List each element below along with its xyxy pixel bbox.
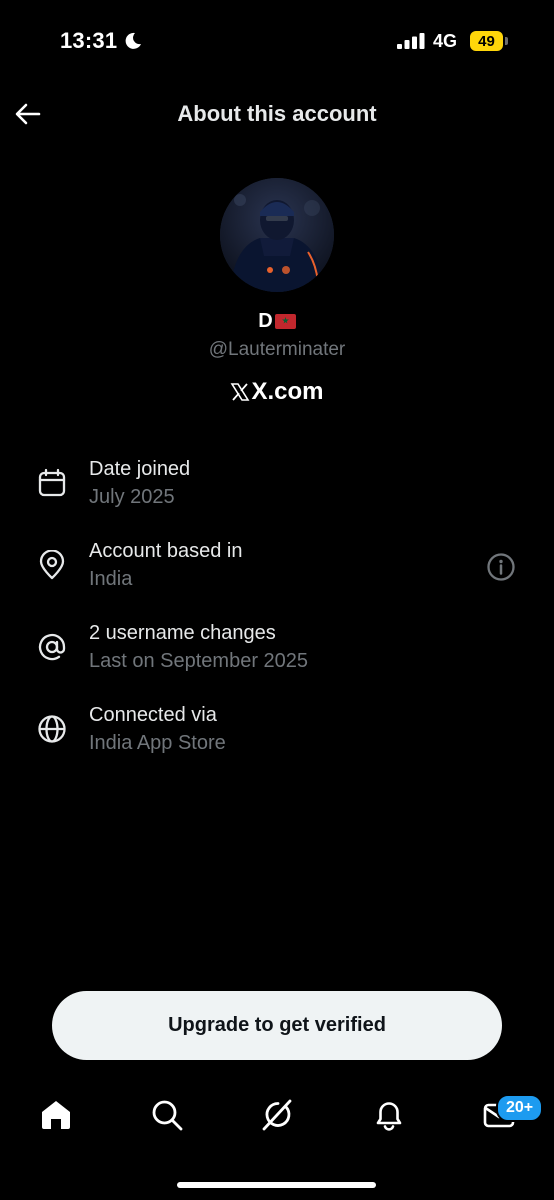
info-icon[interactable] xyxy=(486,552,516,582)
mail-badge: 20+ xyxy=(496,1094,544,1122)
at-sign-icon xyxy=(38,633,66,661)
domain-text: X.com xyxy=(251,378,324,405)
page-title: About this account xyxy=(177,101,377,126)
name-row: D xyxy=(0,310,554,333)
info-title: Connected via xyxy=(89,704,217,726)
morocco-flag-icon xyxy=(274,314,296,329)
upgrade-button[interactable]: Upgrade to get verified xyxy=(52,991,502,1060)
info-title: Date joined xyxy=(89,458,191,480)
battery-level: 49 xyxy=(478,32,495,50)
info-row-username-changes: 2 username changes Last on September 202… xyxy=(0,622,554,686)
info-row-connected-via: Connected via India App Store xyxy=(0,704,554,768)
status-time: 13:31 xyxy=(60,28,118,53)
globe-icon xyxy=(38,715,66,743)
info-row-date-joined: Date joined July 2025 xyxy=(0,458,554,522)
info-title: Account based in xyxy=(89,540,243,562)
profile-handle: @Lauterminater xyxy=(208,339,346,360)
info-title: 2 username changes xyxy=(89,622,276,644)
info-row-account-based: Account based in India xyxy=(0,540,554,604)
moon-icon xyxy=(125,32,141,49)
home-indicator[interactable] xyxy=(177,1182,376,1188)
calendar-icon xyxy=(38,468,66,497)
display-name: D xyxy=(258,310,273,332)
info-subtitle: July 2025 xyxy=(89,486,175,508)
network-type: 4G xyxy=(433,31,458,51)
info-subtitle: India App Store xyxy=(89,732,226,754)
home-icon[interactable] xyxy=(39,1098,73,1132)
info-subtitle: India xyxy=(89,568,133,590)
bell-icon[interactable] xyxy=(372,1098,406,1132)
info-subtitle: Last on September 2025 xyxy=(89,650,309,672)
x-logo-icon xyxy=(231,383,250,401)
search-icon[interactable] xyxy=(150,1098,184,1132)
domain-row: X.com xyxy=(0,378,554,406)
location-pin-icon xyxy=(39,550,65,580)
avatar[interactable] xyxy=(220,178,334,292)
battery-icon: 49 xyxy=(470,31,503,51)
battery-tip xyxy=(505,37,508,45)
signal-icon xyxy=(397,33,425,49)
grok-icon[interactable] xyxy=(260,1098,294,1132)
